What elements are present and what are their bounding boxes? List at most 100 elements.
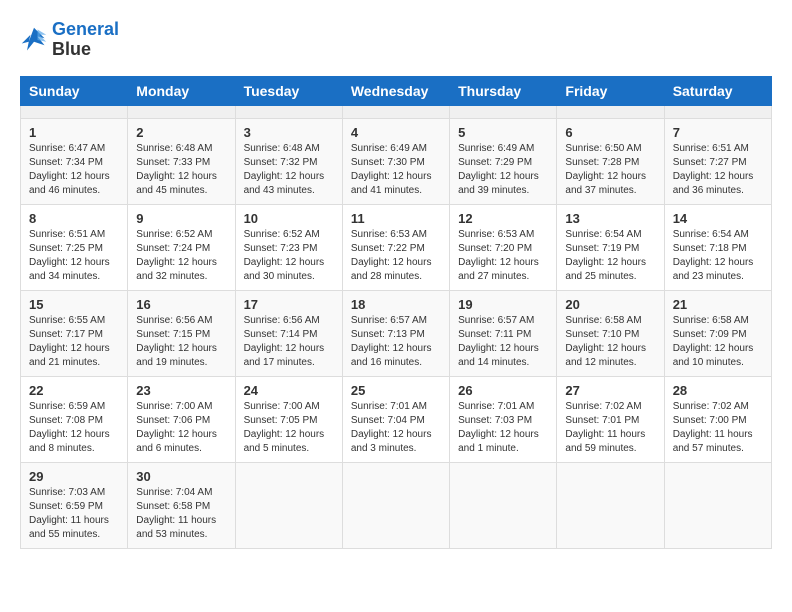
daylight-text: Daylight: 12 hours and 14 minutes. <box>458 342 548 370</box>
daylight-text: Daylight: 12 hours and 39 minutes. <box>458 170 548 198</box>
day-number: 7 <box>673 125 763 140</box>
sunrise-text: Sunrise: 7:01 AM <box>458 400 548 414</box>
day-info: Sunrise: 6:51 AM Sunset: 7:25 PM Dayligh… <box>29 228 119 284</box>
day-info: Sunrise: 6:48 AM Sunset: 7:33 PM Dayligh… <box>136 142 226 198</box>
day-number: 3 <box>244 125 334 140</box>
calendar-day-cell <box>450 105 557 118</box>
daylight-text: Daylight: 12 hours and 3 minutes. <box>351 428 441 456</box>
day-info: Sunrise: 6:58 AM Sunset: 7:09 PM Dayligh… <box>673 314 763 370</box>
daylight-text: Daylight: 11 hours and 59 minutes. <box>565 428 655 456</box>
daylight-text: Daylight: 11 hours and 55 minutes. <box>29 514 119 542</box>
sunset-text: Sunset: 7:25 PM <box>29 242 119 256</box>
calendar-day-cell: 14 Sunrise: 6:54 AM Sunset: 7:18 PM Dayl… <box>664 204 771 290</box>
sunset-text: Sunset: 7:19 PM <box>565 242 655 256</box>
weekday-header-wednesday: Wednesday <box>342 76 449 105</box>
daylight-text: Daylight: 12 hours and 5 minutes. <box>244 428 334 456</box>
calendar-day-cell <box>128 105 235 118</box>
sunrise-text: Sunrise: 6:53 AM <box>351 228 441 242</box>
day-number: 4 <box>351 125 441 140</box>
day-info: Sunrise: 6:59 AM Sunset: 7:08 PM Dayligh… <box>29 400 119 456</box>
sunset-text: Sunset: 7:28 PM <box>565 156 655 170</box>
day-number: 5 <box>458 125 548 140</box>
weekday-header-tuesday: Tuesday <box>235 76 342 105</box>
sunset-text: Sunset: 7:18 PM <box>673 242 763 256</box>
day-info: Sunrise: 7:01 AM Sunset: 7:04 PM Dayligh… <box>351 400 441 456</box>
day-number: 21 <box>673 297 763 312</box>
sunrise-text: Sunrise: 6:50 AM <box>565 142 655 156</box>
calendar-week-row: 1 Sunrise: 6:47 AM Sunset: 7:34 PM Dayli… <box>21 118 772 204</box>
daylight-text: Daylight: 12 hours and 12 minutes. <box>565 342 655 370</box>
daylight-text: Daylight: 12 hours and 6 minutes. <box>136 428 226 456</box>
calendar-day-cell: 24 Sunrise: 7:00 AM Sunset: 7:05 PM Dayl… <box>235 376 342 462</box>
calendar-day-cell: 5 Sunrise: 6:49 AM Sunset: 7:29 PM Dayli… <box>450 118 557 204</box>
sunset-text: Sunset: 7:05 PM <box>244 414 334 428</box>
day-number: 26 <box>458 383 548 398</box>
daylight-text: Daylight: 12 hours and 27 minutes. <box>458 256 548 284</box>
sunrise-text: Sunrise: 7:02 AM <box>673 400 763 414</box>
day-info: Sunrise: 6:51 AM Sunset: 7:27 PM Dayligh… <box>673 142 763 198</box>
day-info: Sunrise: 6:47 AM Sunset: 7:34 PM Dayligh… <box>29 142 119 198</box>
day-number: 11 <box>351 211 441 226</box>
day-info: Sunrise: 6:48 AM Sunset: 7:32 PM Dayligh… <box>244 142 334 198</box>
sunset-text: Sunset: 7:22 PM <box>351 242 441 256</box>
calendar-day-cell: 27 Sunrise: 7:02 AM Sunset: 7:01 PM Dayl… <box>557 376 664 462</box>
calendar-day-cell: 28 Sunrise: 7:02 AM Sunset: 7:00 PM Dayl… <box>664 376 771 462</box>
sunset-text: Sunset: 6:58 PM <box>136 500 226 514</box>
day-info: Sunrise: 7:00 AM Sunset: 7:06 PM Dayligh… <box>136 400 226 456</box>
calendar-day-cell: 3 Sunrise: 6:48 AM Sunset: 7:32 PM Dayli… <box>235 118 342 204</box>
sunrise-text: Sunrise: 7:04 AM <box>136 486 226 500</box>
calendar-day-cell: 12 Sunrise: 6:53 AM Sunset: 7:20 PM Dayl… <box>450 204 557 290</box>
daylight-text: Daylight: 12 hours and 16 minutes. <box>351 342 441 370</box>
day-number: 18 <box>351 297 441 312</box>
calendar-day-cell <box>235 105 342 118</box>
sunrise-text: Sunrise: 6:57 AM <box>458 314 548 328</box>
sunset-text: Sunset: 7:27 PM <box>673 156 763 170</box>
daylight-text: Daylight: 12 hours and 30 minutes. <box>244 256 334 284</box>
calendar-day-cell <box>664 462 771 548</box>
calendar-day-cell <box>21 105 128 118</box>
calendar-day-cell: 18 Sunrise: 6:57 AM Sunset: 7:13 PM Dayl… <box>342 290 449 376</box>
sunset-text: Sunset: 7:09 PM <box>673 328 763 342</box>
calendar-day-cell: 19 Sunrise: 6:57 AM Sunset: 7:11 PM Dayl… <box>450 290 557 376</box>
day-info: Sunrise: 6:52 AM Sunset: 7:23 PM Dayligh… <box>244 228 334 284</box>
day-info: Sunrise: 6:49 AM Sunset: 7:30 PM Dayligh… <box>351 142 441 198</box>
daylight-text: Daylight: 12 hours and 32 minutes. <box>136 256 226 284</box>
calendar-week-row: 29 Sunrise: 7:03 AM Sunset: 6:59 PM Dayl… <box>21 462 772 548</box>
day-number: 20 <box>565 297 655 312</box>
logo-text: GeneralBlue <box>52 20 119 60</box>
logo-icon <box>20 26 48 54</box>
day-info: Sunrise: 6:53 AM Sunset: 7:22 PM Dayligh… <box>351 228 441 284</box>
day-info: Sunrise: 7:04 AM Sunset: 6:58 PM Dayligh… <box>136 486 226 542</box>
day-info: Sunrise: 7:02 AM Sunset: 7:00 PM Dayligh… <box>673 400 763 456</box>
day-info: Sunrise: 6:57 AM Sunset: 7:13 PM Dayligh… <box>351 314 441 370</box>
sunset-text: Sunset: 7:32 PM <box>244 156 334 170</box>
day-number: 13 <box>565 211 655 226</box>
calendar-day-cell: 9 Sunrise: 6:52 AM Sunset: 7:24 PM Dayli… <box>128 204 235 290</box>
calendar-day-cell: 6 Sunrise: 6:50 AM Sunset: 7:28 PM Dayli… <box>557 118 664 204</box>
sunrise-text: Sunrise: 6:52 AM <box>136 228 226 242</box>
day-number: 29 <box>29 469 119 484</box>
calendar-day-cell: 26 Sunrise: 7:01 AM Sunset: 7:03 PM Dayl… <box>450 376 557 462</box>
calendar-day-cell: 1 Sunrise: 6:47 AM Sunset: 7:34 PM Dayli… <box>21 118 128 204</box>
sunset-text: Sunset: 7:30 PM <box>351 156 441 170</box>
sunset-text: Sunset: 7:20 PM <box>458 242 548 256</box>
day-info: Sunrise: 6:52 AM Sunset: 7:24 PM Dayligh… <box>136 228 226 284</box>
calendar-day-cell: 21 Sunrise: 6:58 AM Sunset: 7:09 PM Dayl… <box>664 290 771 376</box>
day-info: Sunrise: 6:50 AM Sunset: 7:28 PM Dayligh… <box>565 142 655 198</box>
day-number: 2 <box>136 125 226 140</box>
sunrise-text: Sunrise: 7:00 AM <box>136 400 226 414</box>
day-info: Sunrise: 6:53 AM Sunset: 7:20 PM Dayligh… <box>458 228 548 284</box>
daylight-text: Daylight: 12 hours and 43 minutes. <box>244 170 334 198</box>
day-number: 16 <box>136 297 226 312</box>
sunrise-text: Sunrise: 7:02 AM <box>565 400 655 414</box>
sunrise-text: Sunrise: 7:03 AM <box>29 486 119 500</box>
daylight-text: Daylight: 12 hours and 10 minutes. <box>673 342 763 370</box>
daylight-text: Daylight: 12 hours and 37 minutes. <box>565 170 655 198</box>
day-number: 28 <box>673 383 763 398</box>
sunrise-text: Sunrise: 7:01 AM <box>351 400 441 414</box>
daylight-text: Daylight: 11 hours and 57 minutes. <box>673 428 763 456</box>
calendar-day-cell: 10 Sunrise: 6:52 AM Sunset: 7:23 PM Dayl… <box>235 204 342 290</box>
daylight-text: Daylight: 12 hours and 45 minutes. <box>136 170 226 198</box>
calendar-day-cell: 2 Sunrise: 6:48 AM Sunset: 7:33 PM Dayli… <box>128 118 235 204</box>
day-number: 24 <box>244 383 334 398</box>
